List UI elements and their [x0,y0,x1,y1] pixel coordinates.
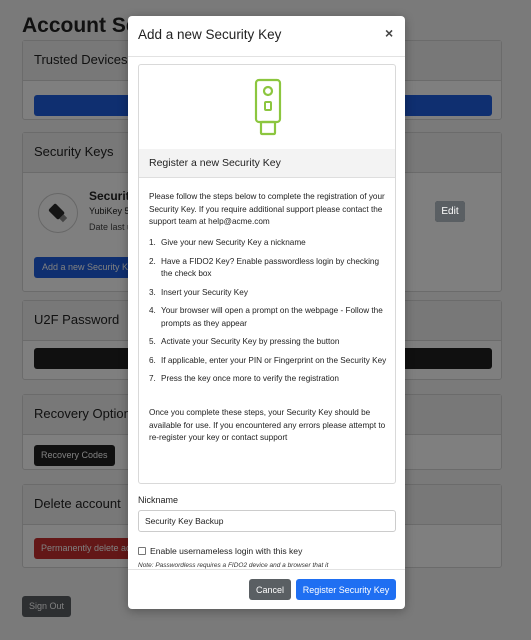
close-icon[interactable]: × [385,25,393,41]
info-card-title: Register a new Security Key [149,157,281,169]
intro-text: Please follow the steps below to complet… [149,192,385,226]
register-security-key-button[interactable]: Register Security Key [296,579,396,600]
registration-info-card: Register a new Security Key Please follo… [138,64,396,484]
dialog-header: Add a new Security Key × [128,16,405,57]
security-key-illustration [139,65,395,149]
dialog-title: Add a new Security Key [138,27,282,42]
security-key-icon [254,78,282,136]
dialog-footer: Cancel Register Security Key [128,569,405,609]
step-item: 5. Activate your Security Key by pressing… [149,337,340,346]
edit-key-button-dimmed: Edit [435,201,465,222]
step-item: 2. Have a FIDO2 Key? Enable passwordless … [149,256,379,279]
add-security-key-dialog: Add a new Security Key × Register a new … [128,16,405,609]
step-item: 6. If applicable, enter your PIN or Finge… [149,355,387,365]
outro-text: Once you complete these steps, your Secu… [149,408,386,442]
step-item: 7. Press the key once more to verify the … [149,374,339,383]
passwordless-note: Note: Passwordless requires a FIDO2 devi… [138,562,329,569]
usernameless-login-option[interactable]: Enable usernameless login with this key [138,546,302,556]
usernameless-checkbox[interactable] [138,547,146,555]
step-item: 4. Your browser will open a prompt on the… [149,306,383,328]
info-card-header: Register a new Security Key [139,149,395,178]
steps-list: 1. Give your new Security Key a nickname … [149,237,387,392]
step-item: 3. Insert your Security Key [149,287,248,297]
nickname-input[interactable] [138,510,396,532]
cancel-button[interactable]: Cancel [249,579,291,600]
nickname-label: Nickname [138,495,179,505]
usernameless-checkbox-label: Enable usernameless login with this key [150,546,303,556]
step-item: 1. Give your new Security Key a nickname [149,238,306,247]
